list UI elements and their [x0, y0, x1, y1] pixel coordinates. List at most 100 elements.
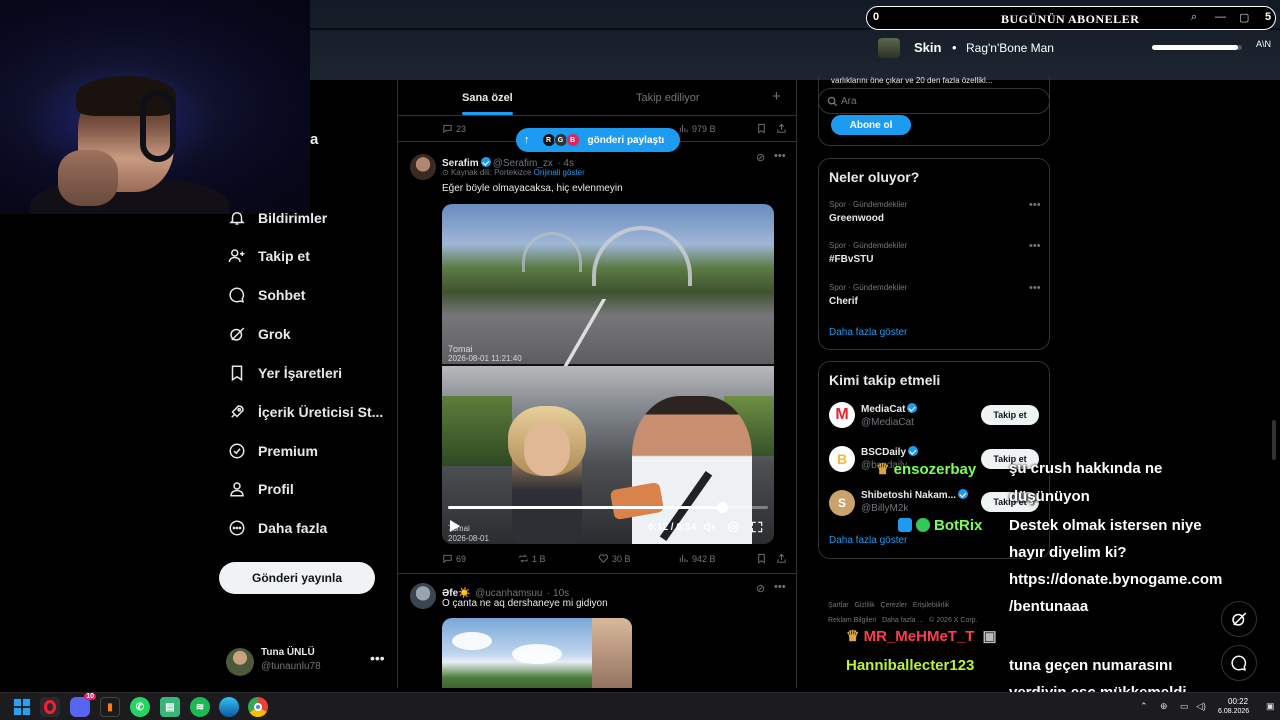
avatar[interactable]: S	[829, 490, 855, 516]
tab-for-you[interactable]: Sana özel	[462, 92, 513, 115]
volume-icon[interactable]: ◁)	[1196, 701, 1206, 712]
footer-link[interactable]: Erişilebilirlik	[913, 602, 950, 609]
search-input[interactable]: Ara	[818, 88, 1050, 114]
post-image[interactable]	[442, 618, 632, 688]
edge-icon[interactable]	[219, 697, 239, 717]
maximize-icon[interactable]: ▢	[1239, 11, 1249, 24]
sidebar-item-premium[interactable]: Premium	[228, 437, 318, 465]
avatar[interactable]: M	[829, 402, 855, 428]
video-player[interactable]: 7omai 2026-08-01 11:21:40 7omai 2026-08-…	[442, 204, 774, 544]
follow-button[interactable]: Takip et	[981, 405, 1039, 425]
video-progress[interactable]	[448, 502, 768, 513]
search-icon[interactable]: ⌕	[1191, 11, 1197, 24]
chat-bubble-icon	[229, 287, 245, 303]
more-icon[interactable]: •••	[1029, 199, 1041, 211]
sidebar-item-grok[interactable]: Grok	[228, 320, 291, 348]
avatar[interactable]	[410, 154, 436, 180]
opera-icon[interactable]	[40, 697, 60, 717]
chat-username: Hanniballecter123	[846, 657, 975, 674]
play-icon[interactable]	[450, 520, 460, 532]
footer-link[interactable]: Şartlar	[828, 602, 849, 609]
share-button[interactable]	[776, 123, 790, 134]
verified-badge-icon	[480, 157, 491, 167]
tray-app-icon[interactable]: ⊕	[1160, 701, 1168, 712]
spotify-icon[interactable]: ≋	[190, 697, 210, 717]
more-icon[interactable]: •••	[1029, 282, 1041, 294]
scrollbar[interactable]	[1272, 420, 1276, 460]
bookmark-button[interactable]	[756, 123, 770, 134]
avatar[interactable]	[410, 583, 436, 609]
fullscreen-icon[interactable]	[750, 520, 764, 534]
trend-item[interactable]: Greenwood	[829, 213, 884, 224]
like-button[interactable]: 30 B	[598, 553, 631, 564]
chat-bubble-icon	[1231, 655, 1247, 671]
whatsapp-icon[interactable]: ✆	[130, 697, 150, 717]
grok-button[interactable]	[1221, 601, 1257, 637]
who-to-follow-title: Kimi takip etmeli	[829, 372, 941, 388]
sidebar-item-chat[interactable]: Sohbet	[228, 281, 305, 309]
translate-icon: ⊙	[442, 168, 451, 177]
windows-start-icon[interactable]	[12, 697, 32, 717]
new-posts-pill[interactable]: ↑ R G B gönderi paylaştı	[516, 128, 680, 152]
pill-label: gönderi paylaştı	[587, 134, 665, 146]
clock-date[interactable]: 6.08.2026	[1218, 708, 1249, 715]
add-tab-button[interactable]: +	[772, 88, 781, 105]
more-icon[interactable]: •••	[1029, 240, 1041, 252]
trend-category: Spor · Gündemdekiler	[829, 241, 908, 250]
discord-icon[interactable]: 10	[70, 693, 96, 717]
cloud	[512, 644, 562, 664]
sidebar-item-more[interactable]: Daha fazla	[228, 514, 327, 542]
views-button[interactable]: 979 B	[678, 123, 716, 134]
chat-message: BotRix	[898, 517, 982, 534]
chrome-icon[interactable]	[248, 697, 268, 717]
arrow-up-icon: ↑	[524, 134, 530, 146]
show-original-link[interactable]: Orijinali göster	[534, 168, 585, 177]
more-icon[interactable]: •••	[774, 581, 786, 593]
account-switcher[interactable]: Tuna ÜNLÜ @tunaunlu78 •••	[226, 645, 386, 677]
grok-icon[interactable]: ⊘	[756, 151, 765, 164]
repost-button[interactable]: 1 B	[518, 553, 546, 564]
settings-icon[interactable]	[726, 520, 740, 534]
trend-item[interactable]: #FBvSTU	[829, 254, 873, 265]
notifications-icon[interactable]: ▣	[1266, 701, 1275, 712]
show-more-link[interactable]: Daha fazla göster	[829, 327, 907, 338]
subscribe-button[interactable]: Abone ol	[831, 115, 911, 135]
follow-name[interactable]: BSCDaily	[861, 446, 920, 458]
tab-following[interactable]: Takip ediliyor	[636, 92, 700, 104]
show-more-link[interactable]: Daha fazla göster	[829, 535, 907, 546]
passenger-face	[524, 422, 570, 476]
sidebar-item-bookmarks[interactable]: Yer İşaretleri	[228, 359, 342, 387]
tray-chevron-icon[interactable]: ⌃	[1140, 701, 1148, 712]
follow-name[interactable]: Shibetoshi Nakam...	[861, 489, 970, 501]
clock-time[interactable]: 00:22	[1228, 697, 1248, 706]
song-progress-fill	[1152, 45, 1238, 50]
footer-link[interactable]: Gizlilik	[854, 602, 874, 609]
more-icon[interactable]: •••	[774, 150, 786, 162]
reply-button[interactable]: 69	[442, 553, 466, 564]
footer-link[interactable]: Reklam Bilgileri	[828, 617, 876, 624]
share-button[interactable]	[776, 553, 790, 564]
obs-icon[interactable]: ▤	[160, 697, 180, 717]
avatar[interactable]: B	[829, 446, 855, 472]
volume-icon[interactable]	[702, 520, 716, 534]
follow-name[interactable]: MediaCat	[861, 403, 919, 415]
reply-button[interactable]: 23	[442, 123, 466, 134]
repost-icon	[519, 554, 528, 563]
views-button[interactable]: 942 B	[678, 553, 716, 564]
grok-icon	[230, 327, 245, 341]
post-button[interactable]: Gönderi yayınla	[219, 562, 375, 594]
minimize-icon[interactable]: —	[1215, 11, 1226, 23]
grok-icon[interactable]: ⊘	[756, 582, 765, 595]
sidebar-item-profile[interactable]: Profil	[228, 475, 294, 503]
sidebar-item-follow[interactable]: Takip et	[228, 242, 310, 270]
footer-link[interactable]: Çerezler	[881, 602, 907, 609]
sidebar-item-notifications[interactable]: Bildirimler	[228, 204, 327, 232]
app-icon[interactable]: ▮	[100, 697, 120, 717]
bookmark-button[interactable]	[756, 553, 770, 564]
more-icon[interactable]: •••	[370, 650, 385, 666]
messages-button[interactable]	[1221, 645, 1257, 681]
trend-item[interactable]: Cherif	[829, 296, 858, 307]
sidebar-item-creator-studio[interactable]: İçerik Üreticisi St...	[228, 398, 383, 426]
footer-link[interactable]: Daha fazla ...	[882, 617, 923, 624]
network-icon[interactable]: ▭	[1180, 701, 1189, 712]
